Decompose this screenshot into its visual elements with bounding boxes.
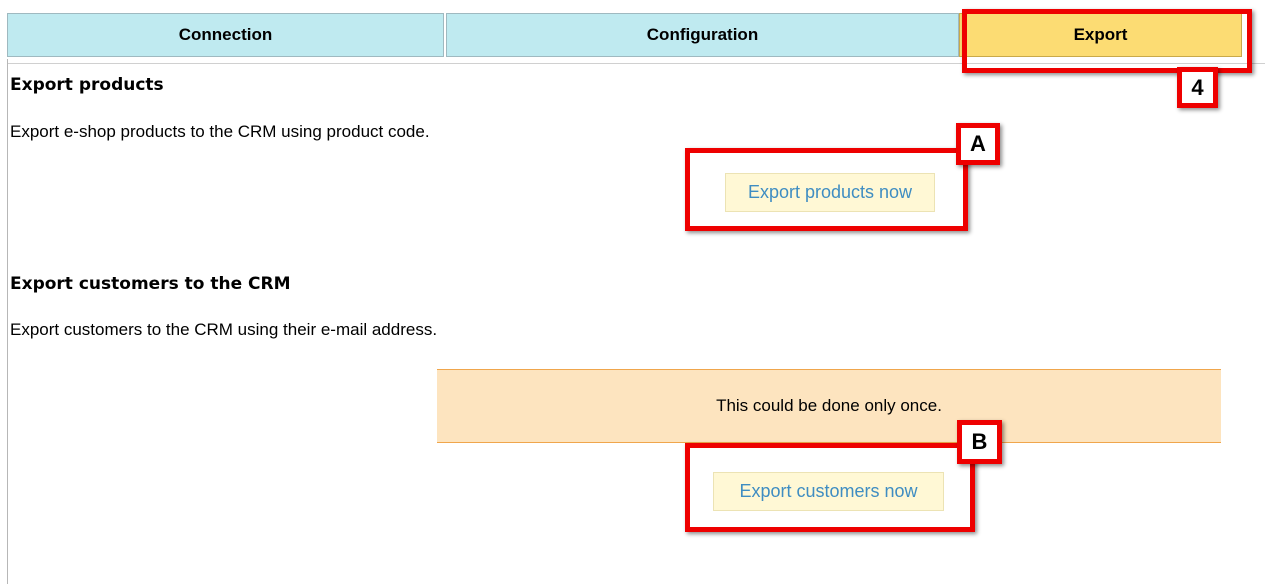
export-products-heading: Export products bbox=[10, 75, 164, 95]
tab-configuration[interactable]: Configuration bbox=[446, 13, 959, 57]
warning-banner: This could be done only once. bbox=[437, 369, 1221, 443]
products-marker-badge: A bbox=[956, 123, 1000, 165]
warning-text: This could be done only once. bbox=[716, 396, 942, 415]
export-tab-highlight bbox=[962, 9, 1252, 73]
customers-marker-label: B bbox=[971, 429, 988, 454]
customers-button-highlight bbox=[685, 443, 975, 532]
tab-connection[interactable]: Connection bbox=[7, 13, 444, 57]
tab-marker-label: 4 bbox=[1191, 74, 1204, 100]
export-customers-description: Export customers to the CRM using their … bbox=[10, 320, 438, 339]
tab-marker-badge: 4 bbox=[1177, 67, 1218, 108]
content-left-border bbox=[7, 59, 8, 584]
export-customers-heading: Export customers to the CRM bbox=[10, 274, 291, 294]
export-products-description: Export e-shop products to the CRM using … bbox=[10, 122, 430, 141]
products-marker-label: A bbox=[970, 131, 986, 156]
customers-marker-badge: B bbox=[957, 420, 1002, 464]
products-button-highlight bbox=[685, 148, 968, 231]
